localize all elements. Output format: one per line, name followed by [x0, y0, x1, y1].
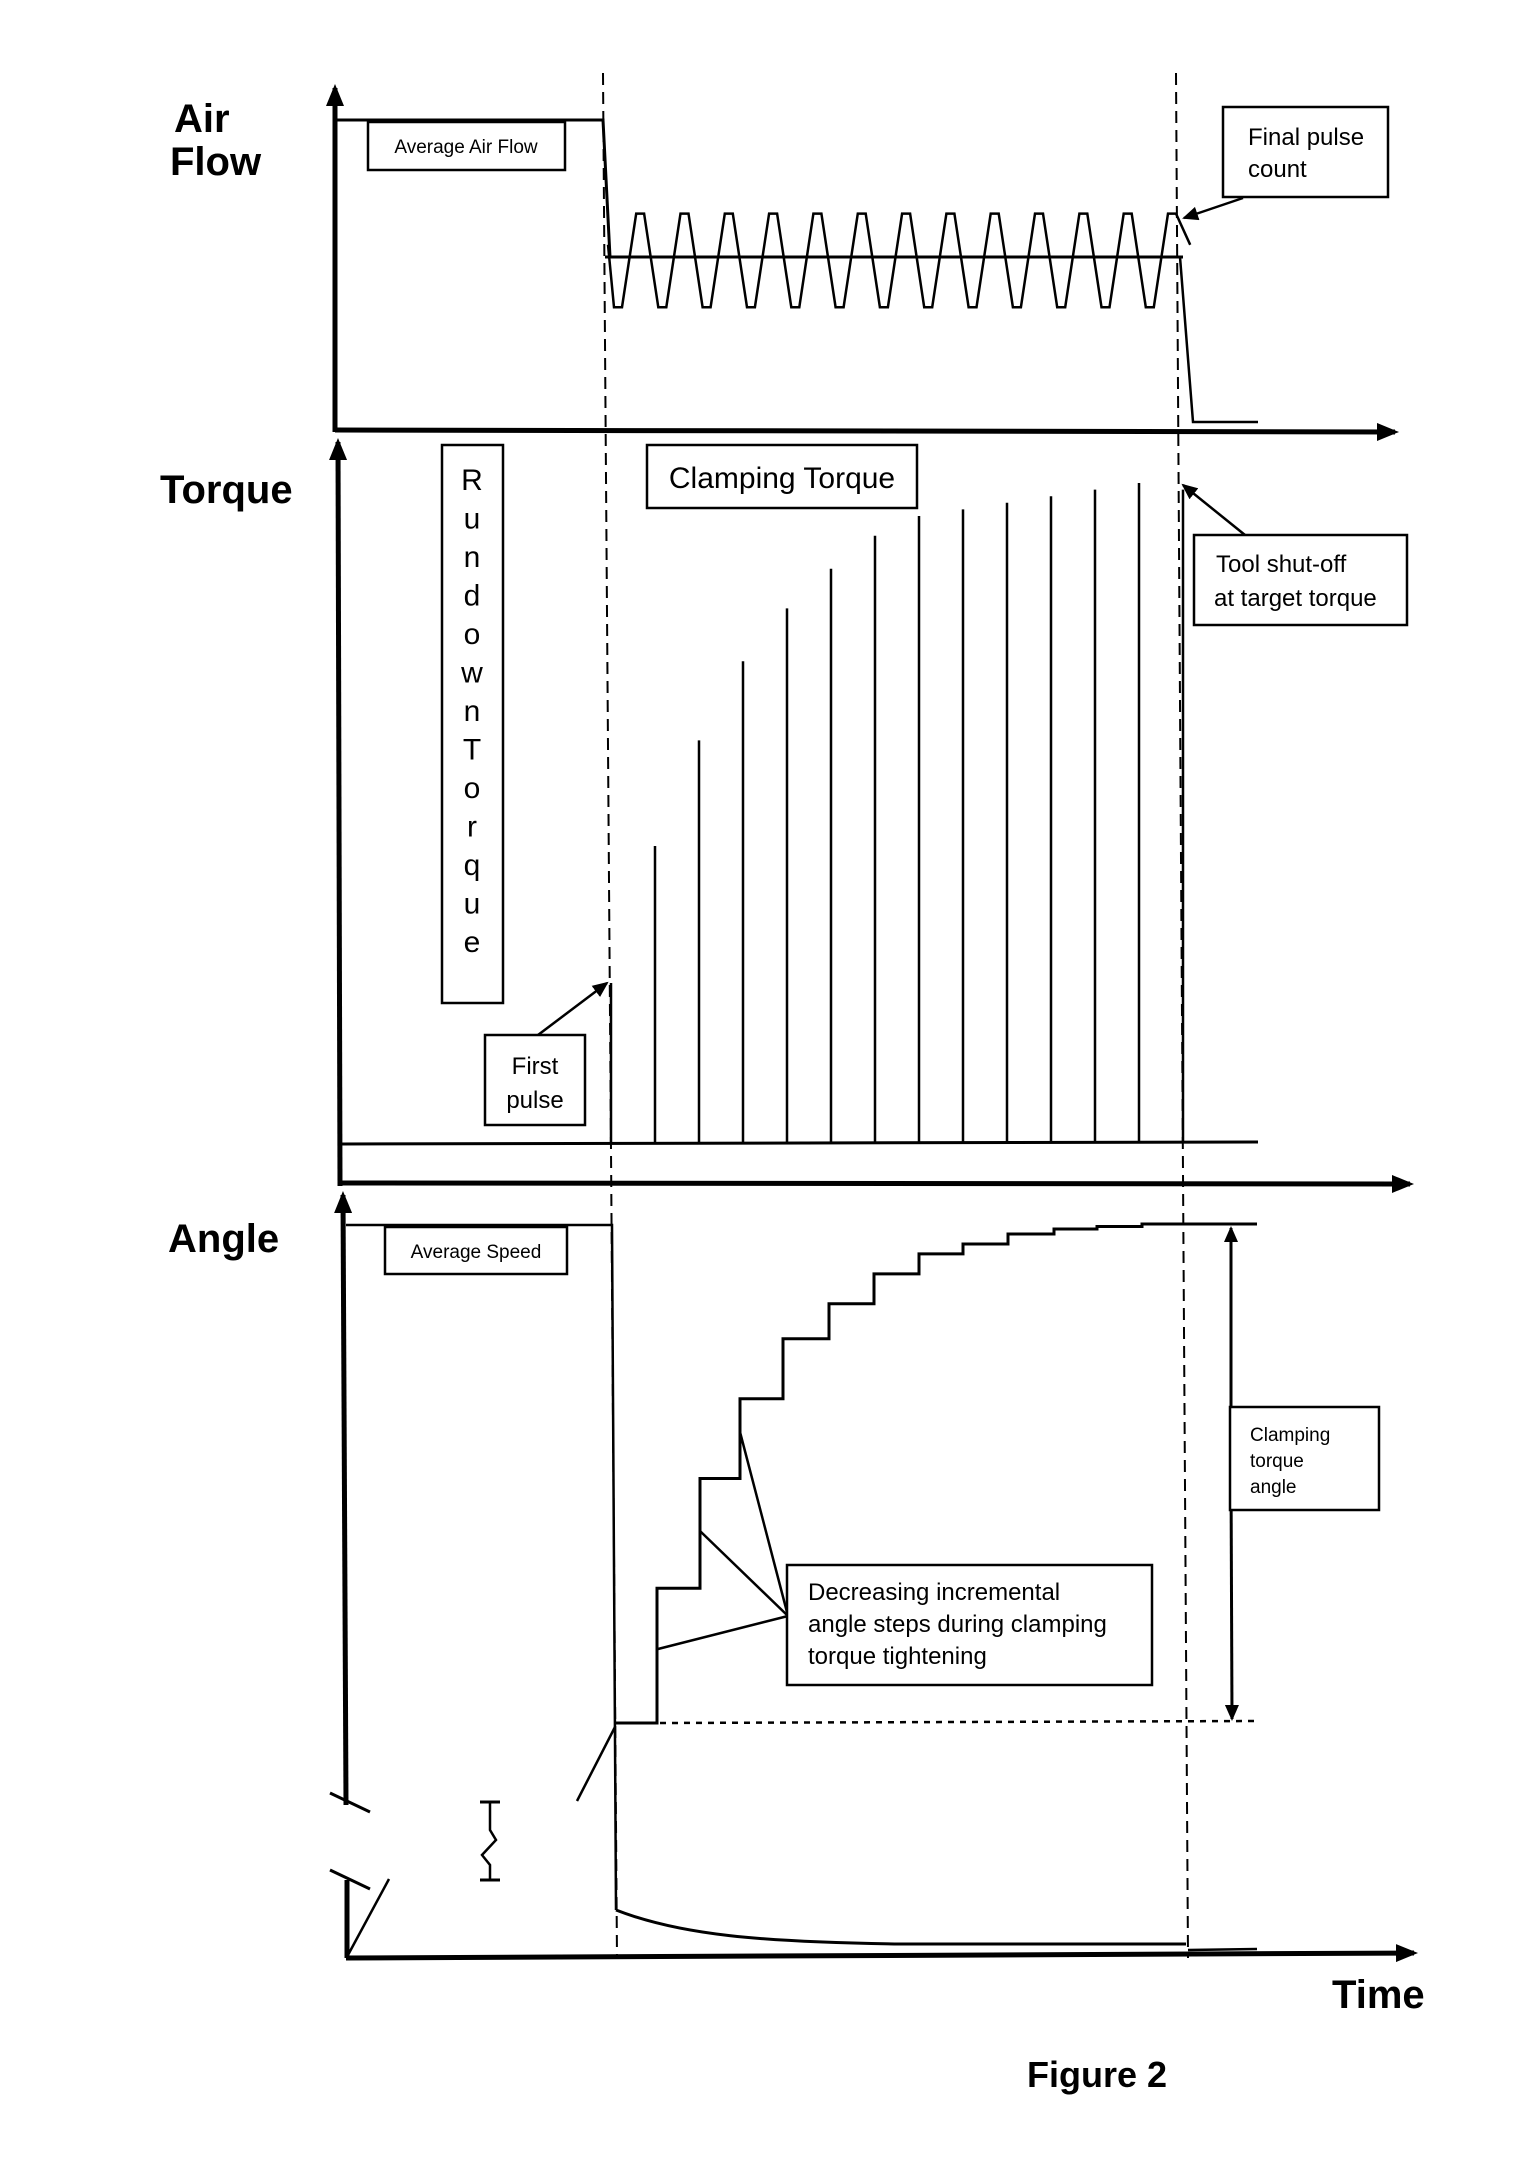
- tool-shutoff-text-1: Tool shut-off: [1216, 551, 1347, 578]
- average-air-flow-callout: Average Air Flow: [366, 120, 567, 172]
- air-flow-shutoff-drop: [1178, 256, 1258, 424]
- final-pulse-count-callout: Final pulse count: [1182, 105, 1390, 221]
- rundown-torque-letter: u: [464, 888, 481, 921]
- final-pulse-count-text-1: Final pulse: [1248, 124, 1364, 151]
- rundown-torque-letter: o: [464, 618, 481, 651]
- decreasing-steps-text-3: torque tightening: [808, 1643, 987, 1670]
- time-axis-label: Time: [1332, 1973, 1425, 2017]
- average-speed-callout: Average Speed: [383, 1225, 569, 1276]
- leader-line-2: [699, 1530, 789, 1617]
- rundown-torque-letter: R: [461, 464, 483, 497]
- air-flow-pulse-wave: [606, 212, 1192, 309]
- first-pulse-callout: First pulse: [483, 981, 609, 1127]
- decreasing-steps-text-1: Decreasing incremental: [808, 1579, 1060, 1606]
- torque-label: Torque: [160, 468, 293, 512]
- leader-line-3: [657, 1614, 789, 1651]
- rundown-torque-letter: w: [460, 657, 483, 690]
- average-speed-text: Average Speed: [411, 1242, 542, 1263]
- air-flow-label-line1: Air: [174, 97, 230, 141]
- clamping-angle-text-2: torque: [1250, 1451, 1304, 1472]
- first-pulse-text-2: pulse: [506, 1087, 563, 1114]
- rundown-torque-letter: n: [464, 695, 481, 728]
- leader-line-1: [738, 1431, 790, 1617]
- axis-break-mark-lower: [329, 1868, 371, 1891]
- rundown-torque-callout: RundownTorque: [440, 443, 505, 1005]
- torque-x-axis: [339, 1174, 1414, 1193]
- rundown-torque-letter: q: [464, 849, 481, 882]
- time-x-axis: [345, 1944, 1418, 1963]
- first-pulse-arrow: [537, 981, 609, 1036]
- clamping-start-reference: [659, 1719, 1258, 1725]
- torque-y-axis: [329, 438, 348, 1187]
- angle-y-axis-upper: [334, 1191, 353, 1806]
- rundown-torque-letter: u: [464, 503, 481, 536]
- rundown-torque-letter: n: [464, 541, 481, 574]
- figure-caption: Figure 2: [1027, 2054, 1167, 2095]
- clamping-torque-callout: Clamping Torque: [645, 443, 919, 510]
- decreasing-steps-text-2: angle steps during clamping: [808, 1611, 1107, 1638]
- decreasing-steps-callout: Decreasing incremental angle steps durin…: [785, 1563, 1154, 1687]
- axis-break-symbol: [480, 1800, 500, 1882]
- tool-shutoff-text-2: at target torque: [1214, 585, 1377, 612]
- speed-decay-curve: [615, 1908, 1186, 1946]
- tool-shutoff-arrow: [1181, 483, 1246, 536]
- air-flow-panel: Air Flow Average Air Flow Final pulse co…: [170, 84, 1399, 441]
- rundown-torque-letter: o: [464, 772, 481, 805]
- average-air-flow-text: Average Air Flow: [394, 137, 538, 158]
- average-speed-line: [346, 1223, 618, 1911]
- clamping-angle-text-1: Clamping: [1250, 1425, 1330, 1446]
- rundown-torque-letter: e: [464, 926, 481, 959]
- rundown-angle-ramp-lower: [346, 1878, 391, 1956]
- speed-tail-line: [1187, 1947, 1258, 1952]
- angle-panel: Angle Average Speed Decreasing increment…: [168, 1191, 1418, 1963]
- figure-2-diagram: Air Flow Average Air Flow Final pulse co…: [160, 72, 1425, 2095]
- tool-shutoff-callout: Tool shut-off at target torque: [1181, 483, 1409, 627]
- clamping-angle-text-3: angle: [1250, 1477, 1297, 1498]
- air-flow-x-axis: [334, 422, 1399, 441]
- torque-baseline: [341, 1140, 1259, 1146]
- clamping-torque-angle-callout: Clamping torque angle: [1228, 1405, 1381, 1512]
- rundown-torque-letter: T: [463, 734, 481, 767]
- final-pulse-count-text-2: count: [1248, 156, 1307, 183]
- steps-leader-lines: [657, 1431, 790, 1651]
- torque-panel: Torque RundownTorque Clamping Torque Fir…: [160, 438, 1414, 1193]
- torque-pulses: [609, 483, 1185, 1143]
- clamping-torque-text: Clamping Torque: [669, 462, 895, 495]
- rundown-angle-ramp-upper: [575, 1726, 617, 1802]
- first-pulse-text-1: First: [512, 1053, 559, 1080]
- axis-break-mark-upper: [329, 1791, 371, 1814]
- angle-label: Angle: [168, 1217, 279, 1261]
- rundown-torque-letter: d: [464, 580, 481, 613]
- rundown-torque-letter: r: [467, 811, 477, 844]
- air-flow-label-line2: Flow: [170, 140, 262, 184]
- final-pulse-count-arrow: [1182, 196, 1244, 221]
